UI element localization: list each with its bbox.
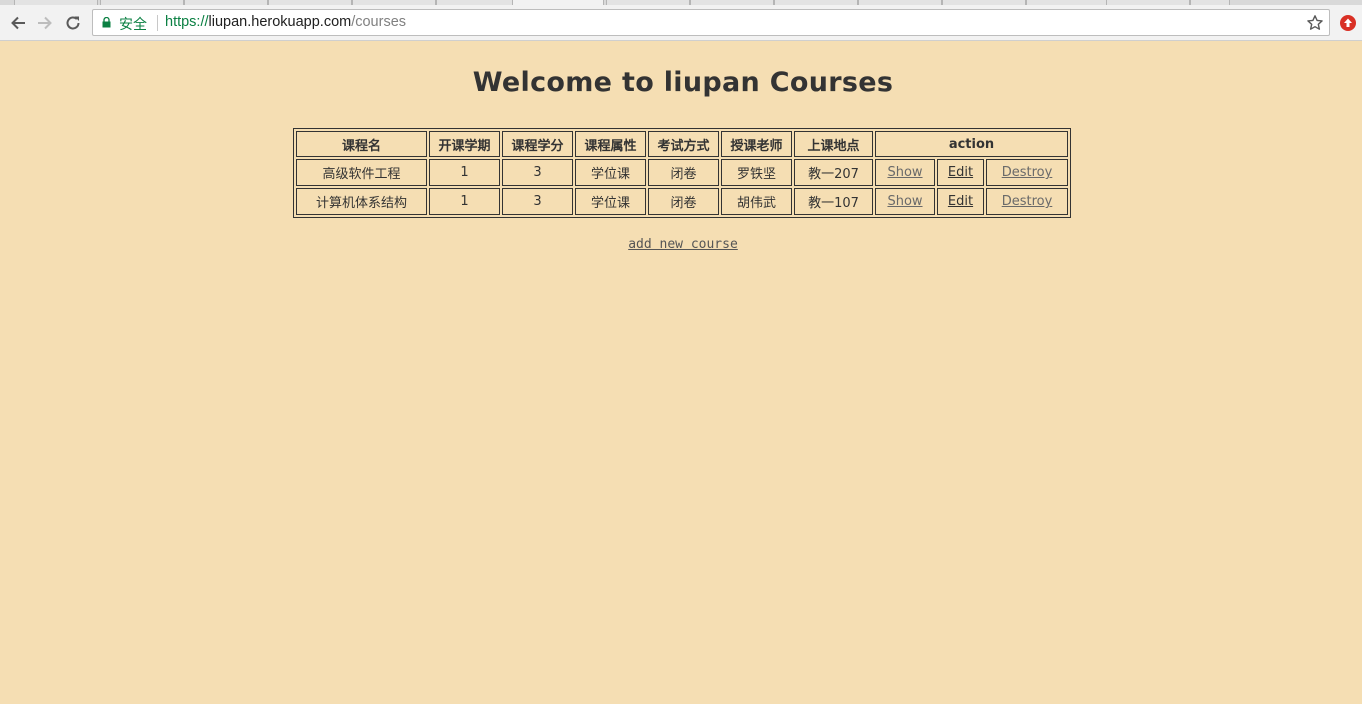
destroy-link[interactable]: Destroy (1002, 194, 1053, 209)
cell-show: Show (875, 159, 935, 186)
show-link[interactable]: Show (887, 165, 922, 180)
arrow-left-icon (11, 16, 25, 30)
cell-destroy: Destroy (986, 188, 1068, 215)
page-title: Welcome to liupan Courses (472, 67, 894, 98)
address-bar[interactable]: 安全 https://liupan.herokuapp.com/courses (92, 9, 1330, 36)
column-header-location: 上课地点 (794, 131, 873, 157)
cell-edit: Edit (937, 159, 984, 186)
column-header-course-name: 课程名 (296, 131, 427, 157)
column-header-action: action (875, 131, 1068, 157)
cell-term: 1 (429, 159, 500, 186)
add-course-container: add new course (0, 237, 1362, 252)
cell-location: 教一107 (794, 188, 873, 215)
cell-course-type: 学位课 (575, 159, 646, 186)
edit-link[interactable]: Edit (948, 194, 973, 209)
cell-exam-method: 闭卷 (648, 159, 719, 186)
cell-course-name: 计算机体系结构 (296, 188, 427, 215)
column-header-exam-method: 考试方式 (648, 131, 719, 157)
cell-course-name: 高级软件工程 (296, 159, 427, 186)
lock-icon (102, 17, 111, 28)
table-header-row: 课程名 开课学期 课程学分 课程属性 考试方式 授课老师 上课地点 action (296, 131, 1068, 157)
cell-credit: 3 (502, 159, 573, 186)
table-row: 计算机体系结构 1 3 学位课 闭卷 胡伟武 教一107 Show Edit D… (296, 188, 1068, 215)
browser-toolbar: 安全 https://liupan.herokuapp.com/courses (0, 5, 1362, 41)
omnibox-divider (157, 15, 158, 31)
courses-table: 课程名 开课学期 课程学分 课程属性 考试方式 授课老师 上课地点 action… (293, 128, 1071, 218)
add-new-course-link[interactable]: add new course (628, 237, 738, 252)
cell-location: 教一207 (794, 159, 873, 186)
cell-credit: 3 (502, 188, 573, 215)
url-path: /courses (351, 14, 407, 30)
cell-edit: Edit (937, 188, 984, 215)
cell-course-type: 学位课 (575, 188, 646, 215)
forward-button[interactable] (33, 11, 57, 35)
reload-icon (66, 16, 80, 30)
show-link[interactable]: Show (887, 194, 922, 209)
column-header-teacher: 授课老师 (721, 131, 792, 157)
url-scheme: https:// (165, 14, 209, 30)
column-header-term: 开课学期 (429, 131, 500, 157)
url-text[interactable]: https://liupan.herokuapp.com/courses (165, 14, 406, 30)
column-header-credit: 课程学分 (502, 131, 573, 157)
url-host: liupan.herokuapp.com (208, 14, 352, 30)
cell-show: Show (875, 188, 935, 215)
cell-teacher: 罗铁坚 (721, 159, 792, 186)
cell-exam-method: 闭卷 (648, 188, 719, 215)
secure-label: 安全 (119, 17, 147, 33)
edit-link[interactable]: Edit (948, 165, 973, 180)
cell-destroy: Destroy (986, 159, 1068, 186)
bookmark-star-icon[interactable] (1306, 14, 1324, 32)
extension-upload-icon[interactable] (1339, 14, 1357, 32)
column-header-course-type: 课程属性 (575, 131, 646, 157)
arrow-right-icon (38, 16, 52, 30)
reload-button[interactable] (61, 11, 85, 35)
back-button[interactable] (6, 11, 30, 35)
table-row: 高级软件工程 1 3 学位课 闭卷 罗铁坚 教一207 Show Edit De… (296, 159, 1068, 186)
cell-teacher: 胡伟武 (721, 188, 792, 215)
destroy-link[interactable]: Destroy (1002, 165, 1053, 180)
cell-term: 1 (429, 188, 500, 215)
